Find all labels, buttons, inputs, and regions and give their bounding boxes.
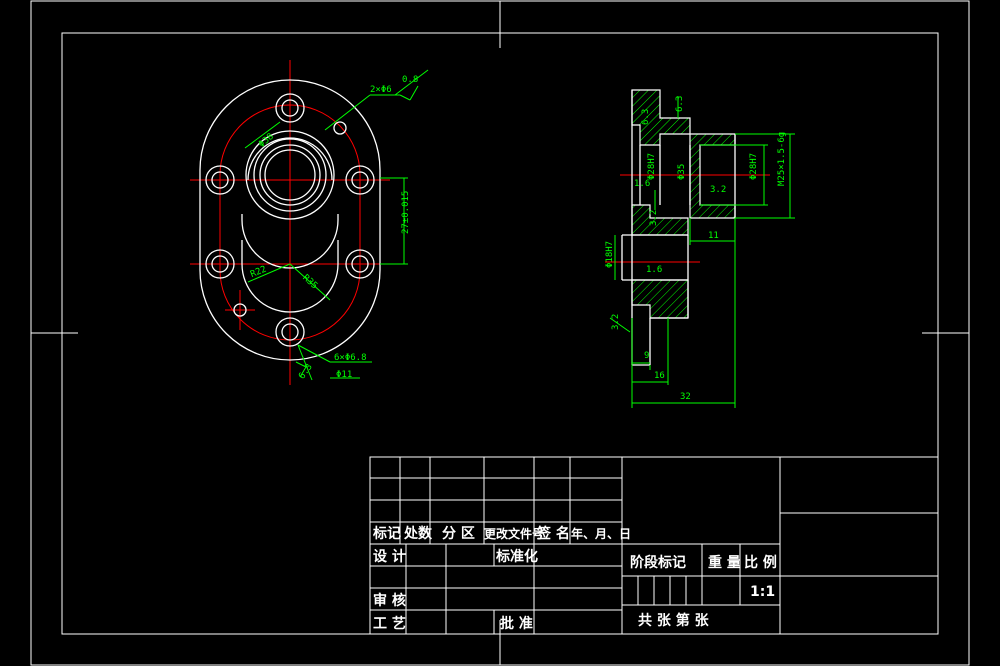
tb-signature: 签 名 (536, 525, 570, 542)
tb-standardize: 标准化 (495, 548, 538, 565)
dim-finish-inner: 3.2 (710, 185, 726, 195)
tb-review: 审 核 (373, 592, 406, 609)
tb-weight: 重 量 (708, 554, 741, 571)
right-view: 6.3 6.3 Φ28H7 Φ35 3.2 Φ28H7 M25×1.5-6g 1… (605, 89, 795, 408)
left-center-lines (190, 60, 390, 385)
dim-finish-top-inner: 6.3 (641, 109, 651, 125)
tb-scale-value: 1:1 (750, 584, 775, 600)
left-view: 2×Φ6 0.8 Φ38 27±0.015 R22 R35 6×Φ6.8 Φ11… (190, 60, 429, 385)
dim-finish-left: 1.6 (634, 179, 650, 189)
tb-stage-mark: 阶段标记 (630, 554, 686, 571)
dim-chamfer: 6×Φ6.8 (334, 353, 367, 363)
dim-finish-step: 3.2 (649, 210, 659, 226)
left-dimension-texts: 2×Φ6 0.8 Φ38 27±0.015 R22 R35 6×Φ6.8 Φ11… (249, 75, 418, 381)
dim-dia-center: Φ35 (677, 164, 687, 180)
dim-len-11: 11 (708, 231, 719, 241)
tb-design: 设 计 (373, 548, 406, 565)
tb-date: 年、月、日 (571, 526, 631, 541)
dim-finish-bore: 1.6 (646, 265, 662, 275)
dim-dia-inner-right: Φ28H7 (749, 153, 759, 180)
dim-height: 27±0.015 (401, 191, 411, 234)
dim-thread: M25×1.5-6g (777, 132, 787, 186)
dim-len-16: 16 (654, 371, 665, 381)
tb-mark: 标记 (372, 525, 401, 542)
dim-through: Φ11 (336, 370, 352, 380)
dim-dia-inner-left: Φ28H7 (647, 153, 657, 180)
dim-finish-bottom: 3.2 (611, 314, 621, 330)
dim-finish-top: 0.8 (402, 75, 418, 85)
dim-len-32: 32 (680, 392, 691, 402)
title-block-lines (369, 456, 939, 635)
tb-process: 工 艺 (373, 615, 406, 632)
sheet-frame (30, 0, 970, 666)
tb-zone: 分 区 (442, 526, 475, 542)
dim-len-9: 9 (644, 351, 649, 361)
tb-change-doc: 更改文件号 (484, 526, 544, 541)
dim-finish-bottom: 6.3 (297, 362, 315, 381)
dim-thread-holes: 2×Φ6 (370, 85, 392, 95)
tb-approve: 批 准 (500, 615, 533, 632)
title-block: 标记 处数 分 区 更改文件号 签 名 年、月、日 设 计 标准化 审 核 工 … (369, 456, 939, 635)
dim-dia-bore: Φ18H7 (605, 241, 615, 268)
dim-r-left: R22 (249, 265, 268, 280)
tb-count: 处数 (403, 525, 433, 542)
dim-finish-top-right: 6.3 (675, 96, 685, 112)
tb-scale-label: 比 例 (744, 554, 777, 571)
tb-sheets: 共 张 第 张 (638, 612, 710, 629)
cad-drawing-canvas: 2×Φ6 0.8 Φ38 27±0.015 R22 R35 6×Φ6.8 Φ11… (30, 0, 970, 666)
title-block-texts: 标记 处数 分 区 更改文件号 签 名 年、月、日 设 计 标准化 审 核 工 … (372, 525, 777, 632)
